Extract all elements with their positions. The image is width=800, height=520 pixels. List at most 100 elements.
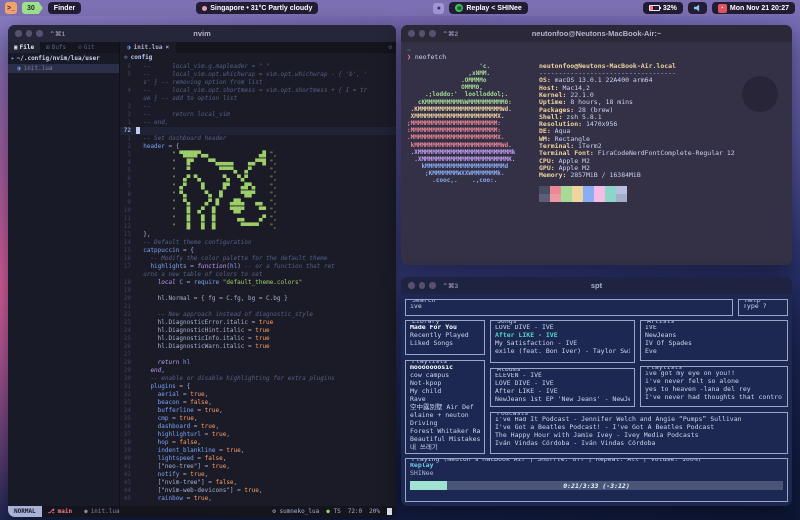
line-number: 5 [120,167,136,175]
palette-swatch [605,186,616,194]
close-window-button[interactable] [408,282,415,289]
album-item[interactable]: LOVE DIVE - IVE [495,379,630,387]
minimize-window-button[interactable] [26,30,33,37]
neotree-root-path[interactable]: ▸ ~/.config/nvim/lua/user [8,53,119,64]
current-track-artist[interactable]: SHINee [410,469,783,477]
nvim-titlebar[interactable]: ⌃⌘1 nvim [8,25,396,42]
artist-item[interactable]: Eve [645,347,783,355]
playlist-item[interactable]: 空中露別墅 Air Def [410,403,480,411]
playlist-item[interactable]: Rave [410,395,480,403]
code-line: 28 return hl [120,359,396,367]
code-line: 19 [120,287,396,295]
ascii-art-line: .cooc,. .,coo:. [407,177,529,184]
volume-widget[interactable] [688,2,707,14]
nvim-statusline: NORMAL ⎇ main ● init.lua ⚙ sumneko_lua ●… [8,506,396,517]
progress-bar[interactable]: 0:21/3:33 (-3:12) [410,481,783,490]
terminal-titlebar[interactable]: ⌃⌘2 neutonfoo@Neutons-MacBook-Air:~ [401,25,792,42]
line-number: 29 [120,367,136,375]
library-item[interactable]: Recently Played [410,331,480,339]
close-window-button[interactable] [408,30,415,37]
pin-icon[interactable]: ● [433,3,444,14]
terminal-content[interactable]: ~ ❯ neofetch 'c. ,xNMM. .OMMMMo OMMM0, .… [401,42,792,265]
playlist-item[interactable]: 내 쓰레기 [410,443,480,451]
code-line: 6 " ▄▀ ▀▄ ▀▄ ▀▄▀ ", [120,175,396,183]
podcast-item[interactable]: I've Had It Podcast - Jennifer Welch and… [495,415,783,423]
line-number: 42 [120,471,136,479]
sidebar-tab-bufs[interactable]: ⊞Bufs [40,42,72,53]
podcast-item[interactable]: Iván Vindas Córdoba - Iván Vindas Córdob… [495,439,783,447]
playlist-item[interactable]: Driving [410,419,480,427]
git-branch-label[interactable]: main [58,508,72,515]
playlists-panel: Playlists mooooooosiccow campusNot-kpopM… [405,360,485,454]
ascii-art-line: ;MMMMMMMMMMMMMMMMMMMMMMMM: [407,120,529,127]
battery-widget[interactable]: 32% [643,2,683,14]
line-number: 38 [120,439,136,447]
line-number: 15 [120,247,136,255]
artist-item[interactable]: NewJeans [645,331,783,339]
close-window-button[interactable] [15,30,22,37]
line-number: 35 [120,415,136,423]
command-text: neofetch [415,53,446,61]
code-line: 1 -- Set dashboard header [120,135,396,143]
palette-swatch [594,186,605,194]
playlist-item[interactable]: Not-kpop [410,379,480,387]
search-input[interactable]: Search ive [405,299,733,316]
playlist-item[interactable]: elaine + neuton [410,411,480,419]
code-line: 45 rainbow = true, [120,495,396,503]
song-item[interactable]: exile (feat. Bon Iver) - Taylor Swift, [495,347,630,355]
sidebar-tab-file[interactable]: ▣File [8,42,40,53]
palette-swatch [616,194,627,202]
line-number: 45 [120,495,136,503]
minimize-window-button[interactable] [419,30,426,37]
song-item[interactable]: After LIKE - IVE [495,331,630,339]
clock-widget[interactable]: ▪ Mon Nov 21 20:27 [712,2,795,14]
song-item[interactable]: My Satisfaction - IVE [495,339,630,347]
playlist-item[interactable]: My child [410,387,480,395]
podcast-item[interactable]: I've Got a Beatles Podcast! - I've Got A… [495,423,783,431]
playlist-item[interactable]: Beautiful Mistakes [410,435,480,443]
line-number: 24 [120,327,136,335]
library-item[interactable]: Liked Songs [410,339,480,347]
playlist-result-item[interactable]: i've never felt so alone [645,377,783,385]
code-line: 41 ["neo-tree"] = true, [120,463,396,471]
line-number: 7 [120,183,136,191]
minimize-window-button[interactable] [419,282,426,289]
wallpaper-circle-decoration [742,76,778,112]
albums-panel-title: Albums [495,368,522,373]
weather-widget[interactable]: Singapore • 31°C Partly cloudy [196,2,318,14]
code-area[interactable]: 6 -- local_vim.g.mapleader = " "5 -- loc… [120,62,396,506]
album-item[interactable]: After LIKE - IVE [495,387,630,395]
line-number: 44 [120,487,136,495]
zoom-window-button[interactable] [36,30,43,37]
code-line: 6 -- local_vim.g.mapleader = " " [120,63,396,71]
editor-pane[interactable]: ◑ init.lua × ⚙ ✽ config 6 -- local_vim.g… [120,42,396,506]
spt-titlebar[interactable]: ⌃⌘3 spt [401,277,792,294]
git-tab-icon: ⊙ [78,44,82,51]
tabbar-gear-icon[interactable]: ⚙ [384,42,396,53]
code-line-current: 72 [120,127,396,135]
code-line: 31 plugins = { [120,383,396,391]
playlist-item[interactable]: cow campus [410,371,480,379]
buffer-tab-init-lua[interactable]: ◑ init.lua × [120,42,176,53]
terminal-app-icon[interactable]: >_ [5,2,17,14]
sidebar-tab-git[interactable]: ⊙Git [72,42,100,53]
podcast-item[interactable]: The Happy Hour with Jamie Ivey - Ivey Me… [495,431,783,439]
close-buffer-icon[interactable]: × [166,44,170,51]
playlist-item[interactable]: Forest Whitaker Ra [410,427,480,435]
zoom-window-button[interactable] [429,282,436,289]
playlist-result-item[interactable]: yes to heaven -lana del rey [645,385,783,393]
now-playing-widget[interactable]: ≋ Replay < SHINee [449,2,527,14]
playback-time: 0:21/3:33 (-3:12) [410,482,783,490]
line-number: 13 [120,231,136,239]
artist-item[interactable]: IV Of Spades [645,339,783,347]
line-number: 34 [120,407,136,415]
album-item[interactable]: NewJeans 1st EP 'New Jeans' - NewJeans [495,395,630,403]
neotree-file-init-lua[interactable]: ◑ init.lua [8,64,119,73]
window-title: neutonfoo@Neutons-MacBook-Air:~ [401,29,792,38]
workspace-badge[interactable]: 30 [22,2,43,14]
zoom-window-button[interactable] [429,30,436,37]
active-app-name[interactable]: Finder [48,2,81,14]
help-box: Help Type ? [738,299,788,316]
playlist-result-item[interactable]: I've never had thoughts that control me [645,393,783,401]
line-number: 43 [120,479,136,487]
